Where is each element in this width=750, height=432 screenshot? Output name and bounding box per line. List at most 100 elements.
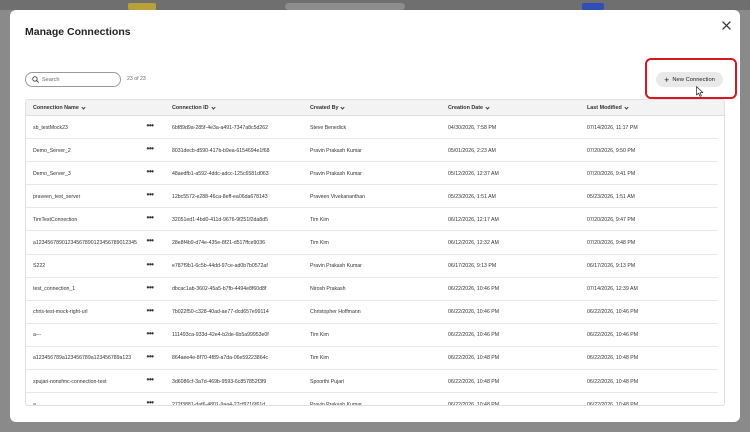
manage-connections-dialog: Manage Connections 23 of 23 + New Connec… (10, 10, 740, 422)
table-row[interactable]: test_connection_1 ••• dbcac1ab-3602-45a5… (26, 278, 718, 301)
connection-name-cell: a12345678901234567890123456789012345 (33, 239, 137, 246)
column-connection-name[interactable]: Connection Name (33, 100, 86, 116)
more-actions-button[interactable]: ••• (144, 160, 156, 183)
more-actions-button[interactable]: ••• (144, 253, 156, 276)
chevron-down-icon (210, 104, 216, 110)
table-row[interactable]: Demo_Server_2 ••• 8031decb-d590-417b-b9e… (26, 137, 718, 163)
created-by-cell: Praveen Vivekananthan (310, 193, 365, 200)
connection-name-cell: test_connection_1 (33, 286, 76, 293)
new-connection-button[interactable]: + New Connection (656, 72, 723, 87)
plus-icon: + (664, 74, 670, 85)
connection-id-cell: 6bf89d9a-285f-4e3a-a491-7347a8c5d262 (172, 124, 269, 131)
connection-name-cell: Demo_Server_2 (33, 147, 71, 154)
last-modified-cell: 07/20/2026, 9:41 PM (587, 170, 636, 177)
last-modified-cell: 07/14/2026, 11:17 PM (587, 124, 638, 131)
creation-date-cell: 05/23/2026, 1:51 AM (448, 193, 496, 200)
table-row[interactable]: a--- ••• 111493ca-933d-42e4-b2de-6b5a999… (26, 324, 718, 347)
connection-name-cell: sb_testMock23 (33, 124, 68, 131)
table-row[interactable]: spujari-nonsfmc-connection-test ••• 3d60… (26, 368, 718, 394)
column-label: Connection Name (33, 105, 79, 111)
column-label: Last Modified (587, 105, 622, 111)
more-actions-button[interactable]: ••• (144, 206, 156, 229)
more-actions-button[interactable]: ••• (144, 229, 156, 252)
connection-name-cell: TimTestConnection (33, 216, 78, 223)
created-by-cell: Christopher Hoffmann (310, 309, 361, 316)
chevron-down-icon (81, 104, 86, 110)
table-row[interactable]: Demo_Server_3 ••• 48aedfb1-a592-4ddc-adc… (26, 160, 718, 186)
last-modified-cell: 07/20/2026, 9:50 PM (587, 147, 636, 154)
connection-name-cell: praveen_test_server (33, 193, 81, 200)
table-row[interactable]: TimTestConnection ••• 32051ed1-4bd0-411d… (26, 206, 718, 232)
connection-name-cell: chris-test-mock-right-url (33, 309, 88, 316)
more-actions-button[interactable]: ••• (144, 322, 156, 345)
column-label: Connection ID (172, 105, 209, 111)
background-app-bar (0, 0, 750, 10)
last-modified-cell: 06/22/2026, 10:48 PM (587, 401, 639, 406)
created-by-cell: Pravin Prakash Kumar (310, 401, 362, 406)
dialog-title: Manage Connections (25, 26, 131, 38)
column-last-modified[interactable]: Last Modified (587, 100, 629, 116)
connection-id-cell: 7b022f50-c328-40ad-ae77-dcd657e99114 (172, 309, 269, 316)
chevron-down-icon (624, 104, 629, 110)
table-header: Connection Name Connection ID Created By… (26, 100, 724, 116)
table-row[interactable]: chris-test-mock-right-url ••• 7b022f50-c… (26, 301, 718, 324)
connection-id-cell: 12bc5572-e288-46ca-8eff-ea06da678143 (172, 193, 268, 200)
more-actions-button[interactable]: ••• (144, 299, 156, 322)
column-created-by[interactable]: Created By (310, 100, 346, 116)
last-modified-cell: 06/22/2026, 10:46 PM (587, 332, 639, 339)
background-chip (128, 3, 156, 10)
table-row[interactable]: a123456789a123456789a123456789a123 ••• 8… (26, 345, 718, 371)
connection-id-cell: 48aedfb1-a592-4ddc-adcc-125c6581d063 (172, 170, 269, 177)
search-input[interactable] (42, 76, 114, 83)
chevron-down-icon (340, 104, 346, 110)
connection-id-cell: 111493ca-933d-42e4-b2de-6b5a99953e0f (172, 332, 269, 339)
creation-date-cell: 06/12/2026, 12:17 AM (448, 216, 499, 223)
creation-date-cell: 06/22/2026, 10:46 PM (448, 332, 500, 339)
creation-date-cell: 06/12/2026, 12:32 AM (448, 239, 499, 246)
table-row[interactable]: praveen_test_server ••• 12bc5572-e288-46… (26, 183, 718, 209)
result-count: 23 of 23 (127, 76, 146, 82)
more-actions-button[interactable]: ••• (144, 276, 156, 299)
created-by-cell: Tim Kim (310, 355, 329, 362)
search-field[interactable] (25, 72, 121, 87)
connection-name-cell: spujari-nonsfmc-connection-test (33, 378, 107, 385)
created-by-cell: Spoorthi Pujari (310, 378, 345, 385)
table-row[interactable]: a12345678901234567890123456789012345 •••… (26, 229, 718, 255)
connection-name-cell: a--- (33, 332, 42, 339)
more-actions-button[interactable]: ••• (144, 183, 156, 206)
creation-date-cell: 06/22/2026, 10:48 PM (448, 401, 500, 406)
scrollbar-track[interactable] (718, 116, 724, 405)
column-label: Created By (310, 105, 339, 111)
connection-id-cell: 3d6086cf-3a7d-469b-9593-6c857852f3f9 (172, 378, 267, 385)
more-actions-button[interactable]: ••• (144, 391, 156, 405)
table-row[interactable]: sb_testMock23 ••• 6bf89d9a-285f-4e3a-a49… (26, 114, 718, 140)
last-modified-cell: 05/23/2026, 1:51 AM (587, 193, 635, 200)
last-modified-cell: 06/17/2026, 9:13 PM (587, 263, 636, 270)
created-by-cell: Tim Kim (310, 239, 329, 246)
column-connection-id[interactable]: Connection ID (172, 100, 216, 116)
connection-id-cell: e787f9b1-6c5b-44dd-97ce-ad0b7b0572af (172, 263, 268, 270)
created-by-cell: Pravin Prakash Kumar (310, 170, 362, 177)
new-connection-label: New Connection (672, 76, 715, 83)
table-row[interactable]: a___ ••• 272f3881-daf6-4801-9aa4-27cf971… (26, 391, 718, 406)
more-actions-button[interactable]: ••• (144, 345, 156, 368)
close-icon (721, 20, 731, 30)
created-by-cell: Tim Kim (310, 332, 329, 339)
column-creation-date[interactable]: Creation Date (448, 100, 490, 116)
chevron-down-icon (485, 104, 490, 110)
last-modified-cell: 06/22/2026, 10:46 PM (587, 309, 639, 316)
created-by-cell: Tim Kim (310, 216, 329, 223)
connection-name-cell: a___ (33, 401, 45, 406)
creation-date-cell: 05/12/2026, 12:37 AM (448, 170, 499, 177)
table-row[interactable]: S222 ••• e787f9b1-6c5b-44dd-97ce-ad0b7b0… (26, 255, 718, 278)
creation-date-cell: 05/01/2026, 2:23 AM (448, 147, 496, 154)
close-button[interactable] (717, 16, 735, 34)
search-icon (32, 76, 39, 83)
more-actions-button[interactable]: ••• (144, 137, 156, 160)
more-actions-button[interactable]: ••• (144, 114, 156, 137)
created-by-cell: Pravin Prakash Kumar (310, 147, 362, 154)
mouse-pointer-icon (696, 86, 704, 97)
connections-table: Connection Name Connection ID Created By… (25, 99, 725, 406)
more-actions-button[interactable]: ••• (144, 368, 156, 391)
creation-date-cell: 06/22/2026, 10:46 PM (448, 309, 500, 316)
